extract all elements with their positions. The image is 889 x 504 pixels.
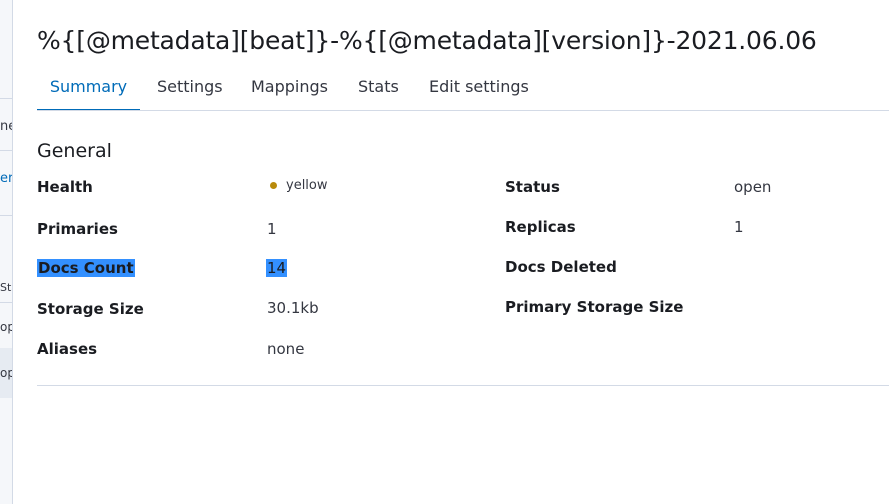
health-value-text: yellow	[286, 178, 328, 193]
aliases-label: Aliases	[37, 340, 98, 358]
primaries-value: 1	[267, 220, 277, 238]
status-value: open	[734, 178, 772, 196]
aliases-value: none	[267, 340, 305, 358]
tab-settings[interactable]: Settings	[157, 74, 223, 111]
index-title: %{[@metadata][beat]}-%{[@metadata][versi…	[37, 26, 817, 55]
divider	[0, 215, 12, 216]
background-text-fragment: ne	[0, 119, 12, 134]
section-divider	[37, 385, 889, 386]
storage-size-value: 30.1kb	[267, 299, 319, 317]
background-link-fragment: err	[0, 171, 13, 186]
health-label: Health	[37, 178, 93, 196]
health-value: yellow	[270, 178, 328, 193]
divider	[0, 302, 12, 303]
health-status-dot-icon	[270, 182, 277, 189]
tab-mappings[interactable]: Mappings	[251, 74, 328, 111]
tabs-divider	[37, 110, 889, 111]
primaries-label: Primaries	[37, 220, 118, 238]
background-page-strip: ne err Sta op op	[0, 0, 13, 504]
primary-storage-size-label: Primary Storage Size	[505, 298, 684, 316]
storage-size-label: Storage Size	[37, 300, 144, 318]
divider	[0, 150, 12, 151]
docs-count-value: 14	[266, 259, 288, 277]
tab-stats[interactable]: Stats	[358, 74, 399, 111]
status-label: Status	[505, 178, 560, 196]
tab-edit-settings[interactable]: Edit settings	[429, 74, 529, 111]
background-text-fragment: op	[0, 320, 12, 334]
background-text-fragment: Sta	[0, 281, 12, 294]
replicas-value: 1	[734, 218, 744, 236]
docs-count-label: Docs Count	[37, 259, 135, 277]
general-section-title: General	[37, 140, 112, 162]
tab-summary[interactable]: Summary	[37, 74, 140, 111]
divider	[0, 98, 12, 99]
replicas-label: Replicas	[505, 218, 576, 236]
docs-deleted-label: Docs Deleted	[505, 258, 617, 276]
background-text-fragment: op	[0, 366, 12, 380]
